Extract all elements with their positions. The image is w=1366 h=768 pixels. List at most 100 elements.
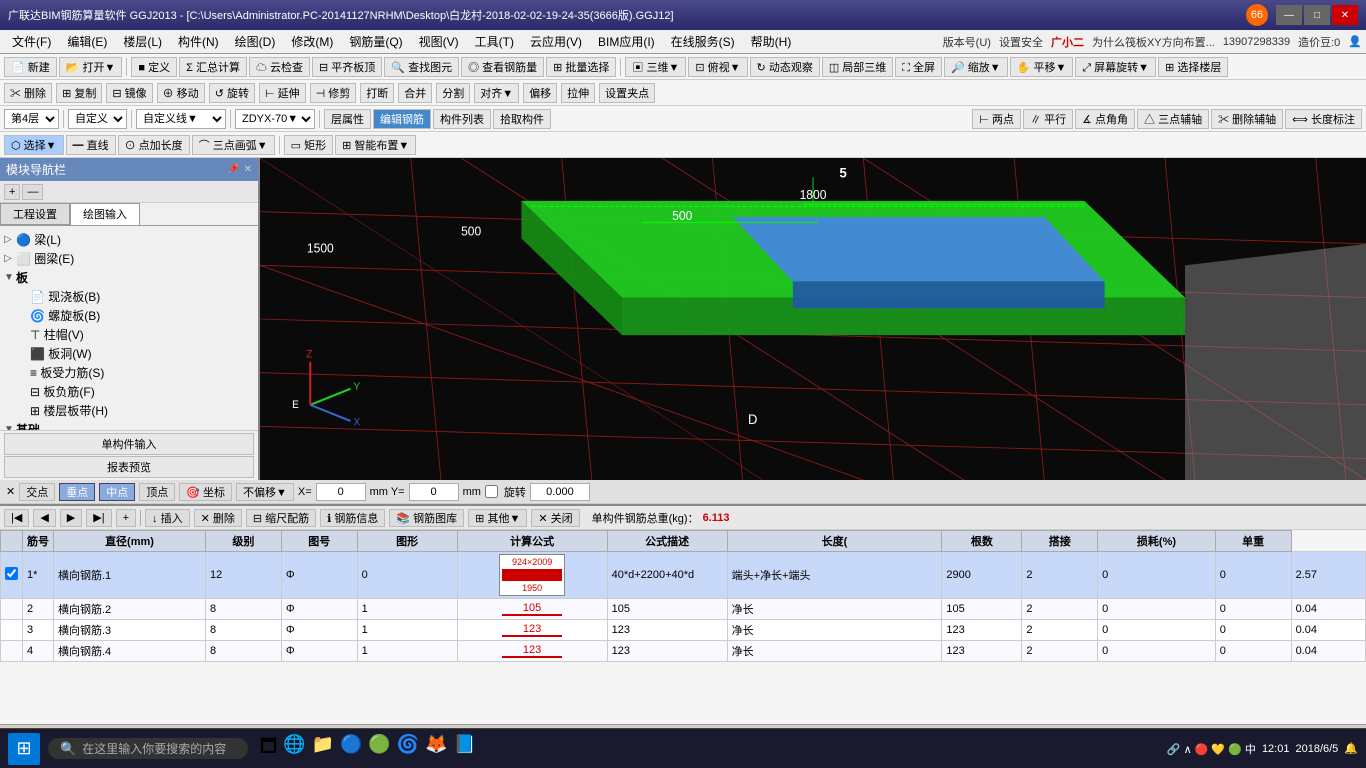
parallel-aux-button[interactable]: ∥ 平行 [1023,109,1073,129]
menu-modify[interactable]: 修改(M) [283,31,341,52]
flat-slab-button[interactable]: ⊟ 平齐板顶 [312,57,382,77]
menu-element[interactable]: 构件(N) [170,31,227,52]
menu-tools[interactable]: 工具(T) [467,31,522,52]
screen-rotate-button[interactable]: ⤢ 屏幕旋转▼ [1075,57,1156,77]
scale-rebar-button[interactable]: ⊟ 缩尺配筋 [246,509,316,527]
nav-first-button[interactable]: |◀ [4,509,29,527]
y-input[interactable] [409,483,459,501]
rebar-table-container[interactable]: 筋号 直径(mm) 级别 图号 图形 计算公式 公式描述 长度( 根数 搭接 损… [0,530,1366,724]
menu-view[interactable]: 视图(V) [411,31,467,52]
table-row[interactable]: 3 横向钢筋.3 8 Φ 1 123 123 净长 123 2 0 0 0.04 [1,620,1366,641]
zdyx-selector[interactable]: ZDYX-70▼ [235,109,315,129]
app4-icon[interactable]: 🦊 [425,734,447,764]
zoom-button[interactable]: 🔎 缩放▼ [944,57,1008,77]
rotate-btn[interactable]: ↺ 旋转 [209,83,255,103]
app3-icon[interactable]: 🌀 [397,734,419,764]
tree-item-neg-rebar[interactable]: ⊟ 板负筋(F) [4,382,254,401]
insert-rebar-button[interactable]: ↓ 插入 [145,509,190,527]
snap-no-offset-button[interactable]: 不偏移▼ [236,483,294,501]
menu-edit[interactable]: 编辑(E) [59,31,115,52]
menu-cloud[interactable]: 云应用(V) [522,31,590,52]
search-bar[interactable]: 🔍 在这里输入你要搜索的内容 [48,738,248,759]
other-rebar-button[interactable]: ⊞ 其他▼ [468,509,527,527]
mirror-btn[interactable]: ⊟ 镜像 [106,83,152,103]
x-input[interactable] [316,483,366,501]
tree-item-cast-slab[interactable]: 📄 现浇板(B) [4,287,254,306]
table-row[interactable]: 4 横向钢筋.4 8 Φ 1 123 123 净长 123 2 0 0 0.04 [1,641,1366,662]
break-btn[interactable]: 打断 [360,83,394,103]
table-row[interactable]: 2 横向钢筋.2 8 Φ 1 105 105 净长 105 2 0 0 0.04 [1,599,1366,620]
tree-item-col-cap[interactable]: ⊤ 柱帽(V) [4,325,254,344]
panel-minus-button[interactable]: — [22,184,43,200]
3d-button[interactable]: ▣ 三维▼ [625,57,686,77]
point-length-button[interactable]: ⊙ 点加长度 [118,135,190,155]
three-pt-aux-button[interactable]: △ 三点辅轴 [1137,109,1209,129]
tree-item-spiral-slab[interactable]: 🌀 螺旋板(B) [4,306,254,325]
snap-coord-button[interactable]: 🎯 坐标 [179,483,232,501]
define-button[interactable]: ■ 定义 [131,57,177,77]
menu-help[interactable]: 帮助(H) [743,31,800,52]
menu-bim[interactable]: BIM应用(I) [590,31,663,52]
two-point-aux-button[interactable]: ⊢ 两点 [972,109,1021,129]
select-tool-button[interactable]: ⬡ 选择▼ [4,135,64,155]
panel-close-button[interactable]: ✕ [244,164,252,175]
rotate-input[interactable] [530,483,590,501]
table-row[interactable]: 1* 横向钢筋.1 12 Φ 0 924×2009 1950 40*d+2200… [1,552,1366,599]
local-3d-button[interactable]: ◫ 局部三维 [822,57,893,77]
line-tool-button[interactable]: ━ 直线 [66,135,116,155]
start-button[interactable]: ⊞ [8,733,40,765]
split-btn[interactable]: 分割 [436,83,470,103]
snap-perp-button[interactable]: 垂点 [59,483,95,501]
del-aux-button[interactable]: ✂ 删除辅轴 [1211,109,1283,129]
offset-btn[interactable]: 偏移 [523,83,557,103]
maximize-button[interactable]: □ [1304,5,1330,25]
single-element-input-button[interactable]: 单构件输入 [4,433,254,455]
app2-icon[interactable]: 🟢 [368,734,390,764]
nav-last-button[interactable]: ▶| [86,509,111,527]
layer-selector[interactable]: 第4层 [4,109,59,129]
snap-mid-button[interactable]: 中点 [99,483,135,501]
viewport[interactable]: Y X Z E 5 1800 500 500 1500 D [260,158,1366,480]
file-manager-icon[interactable]: 📁 [312,734,334,764]
rect-button[interactable]: ▭ 矩形 [284,135,333,155]
angle-aux-button[interactable]: ∡ 点角角 [1075,109,1135,129]
tree-item-slab-rebar[interactable]: ≡ 板受力筋(S) [4,363,254,382]
rebar-info-button[interactable]: ℹ 钢筋信息 [320,509,385,527]
tree-item-floor-band[interactable]: ⊞ 楼层板带(H) [4,401,254,420]
smart-place-button[interactable]: ⊞ 智能布置▼ [335,135,416,155]
tree-item-slab-hole[interactable]: ⬛ 板洞(W) [4,344,254,363]
browser-icon[interactable]: 🌐 [283,734,305,764]
element-list-button[interactable]: 构件列表 [433,109,491,129]
select-floor-button[interactable]: ⊞ 选择楼层 [1158,57,1228,77]
fullscreen-button[interactable]: ⛶ 全屏 [895,57,942,77]
taskview-button[interactable]: 🗖 [260,734,277,764]
tree-item-ring-beam[interactable]: ▷ ⬜ 圈梁(E) [4,249,254,268]
panel-add-button[interactable]: + [4,184,20,200]
set-vertex-btn[interactable]: 设置夹点 [599,83,655,103]
stretch-btn[interactable]: 拉伸 [561,83,595,103]
layer-props-button[interactable]: 层属性 [324,109,371,129]
view-rebar-button[interactable]: ◎ 查看钢筋量 [461,57,544,77]
report-preview-button[interactable]: 报表预览 [4,456,254,478]
app1-icon[interactable]: 🔵 [340,734,362,764]
notification-icon[interactable]: 🔔 [1344,742,1358,755]
app5-icon[interactable]: 📘 [454,734,476,764]
edit-rebar-button[interactable]: 编辑钢筋 [373,109,431,129]
menu-rebar-qty[interactable]: 钢筋量(Q) [341,31,410,52]
open-button[interactable]: 📂 打开▼ [59,57,123,77]
arc-button[interactable]: ⌒ 三点画弧▼ [192,135,275,155]
tree-item-beam[interactable]: ▷ 🔵 梁(L) [4,230,254,249]
close-rebar-button[interactable]: ✕ 关闭 [531,509,579,527]
align-btn[interactable]: 对齐▼ [474,83,519,103]
close-button[interactable]: ✕ [1332,5,1358,25]
delete-btn[interactable]: ✂ 删除 [4,83,52,103]
move-btn[interactable]: ⊕ 移动 [157,83,205,103]
nav-prev-button[interactable]: ◀ [33,509,55,527]
top-view-button[interactable]: ⊡ 俯视▼ [688,57,747,77]
sum-calc-button[interactable]: Σ 汇总计算 [179,57,247,77]
rotate-checkbox[interactable] [485,485,498,498]
copy-btn[interactable]: ⊞ 复制 [56,83,102,103]
pick-element-button[interactable]: 拾取构件 [493,109,551,129]
tree-item-slab[interactable]: ▼ 板 [4,268,254,287]
batch-select-button[interactable]: ⊞ 批量选择 [546,57,616,77]
